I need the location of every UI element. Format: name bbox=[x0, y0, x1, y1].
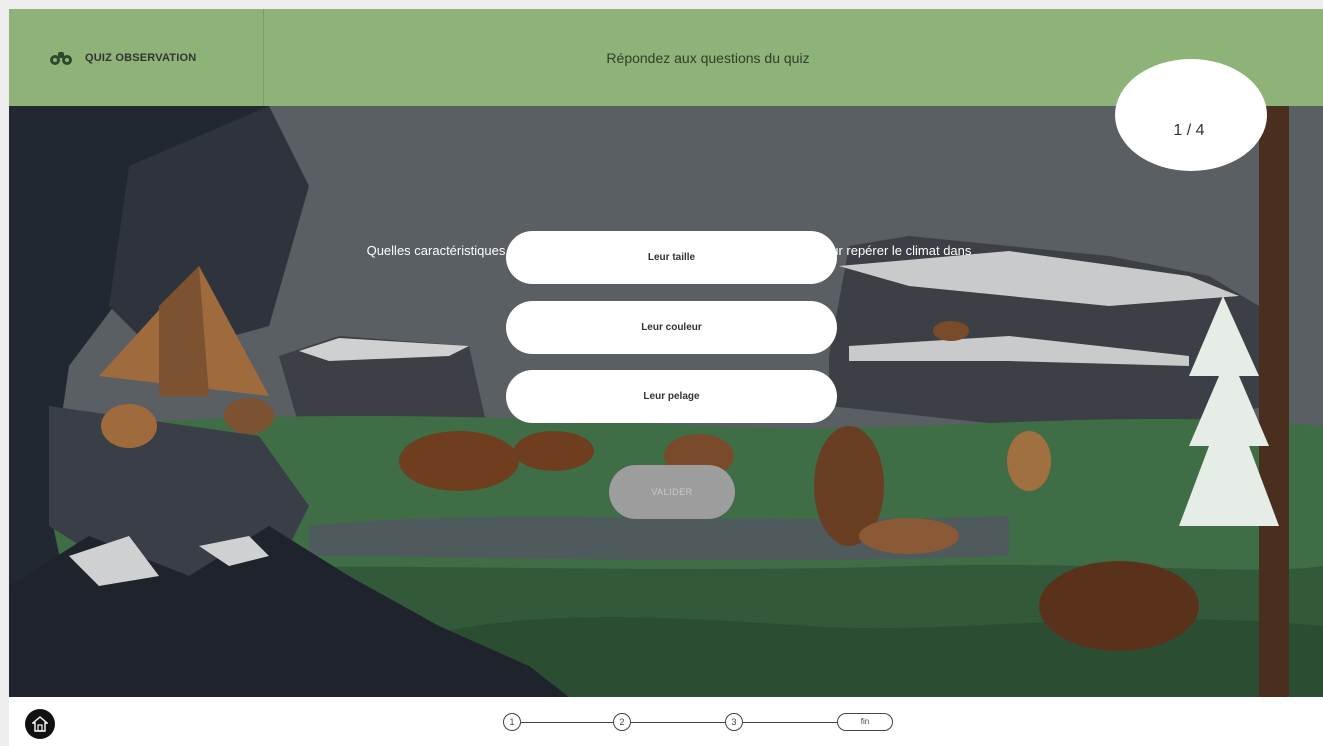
home-icon bbox=[32, 716, 48, 732]
brand: QUIZ OBSERVATION bbox=[9, 9, 264, 106]
validate-button[interactable]: VALIDER bbox=[609, 465, 735, 519]
answer-option-1[interactable]: Leur taille bbox=[506, 231, 837, 284]
step-end: fin bbox=[837, 713, 893, 731]
step-connector bbox=[743, 722, 837, 723]
step-connector bbox=[631, 722, 725, 723]
footer: 1 2 3 fin bbox=[9, 697, 1323, 746]
scene-illustration: Quelles caractéristiques des animaux obs… bbox=[9, 106, 1323, 697]
answer-option-3[interactable]: Leur pelage bbox=[506, 370, 837, 423]
app-frame: QUIZ OBSERVATION Répondez aux questions … bbox=[9, 9, 1323, 746]
step-3: 3 bbox=[725, 713, 743, 731]
brand-label: QUIZ OBSERVATION bbox=[85, 51, 197, 64]
step-connector bbox=[521, 722, 613, 723]
step-1: 1 bbox=[503, 713, 521, 731]
question-counter: 1 / 4 bbox=[1173, 122, 1205, 139]
step-2: 2 bbox=[613, 713, 631, 731]
question-counter-badge bbox=[1115, 59, 1267, 171]
home-button[interactable] bbox=[25, 709, 55, 739]
answer-option-2[interactable]: Leur couleur bbox=[506, 301, 837, 354]
binoculars-icon bbox=[50, 51, 72, 65]
